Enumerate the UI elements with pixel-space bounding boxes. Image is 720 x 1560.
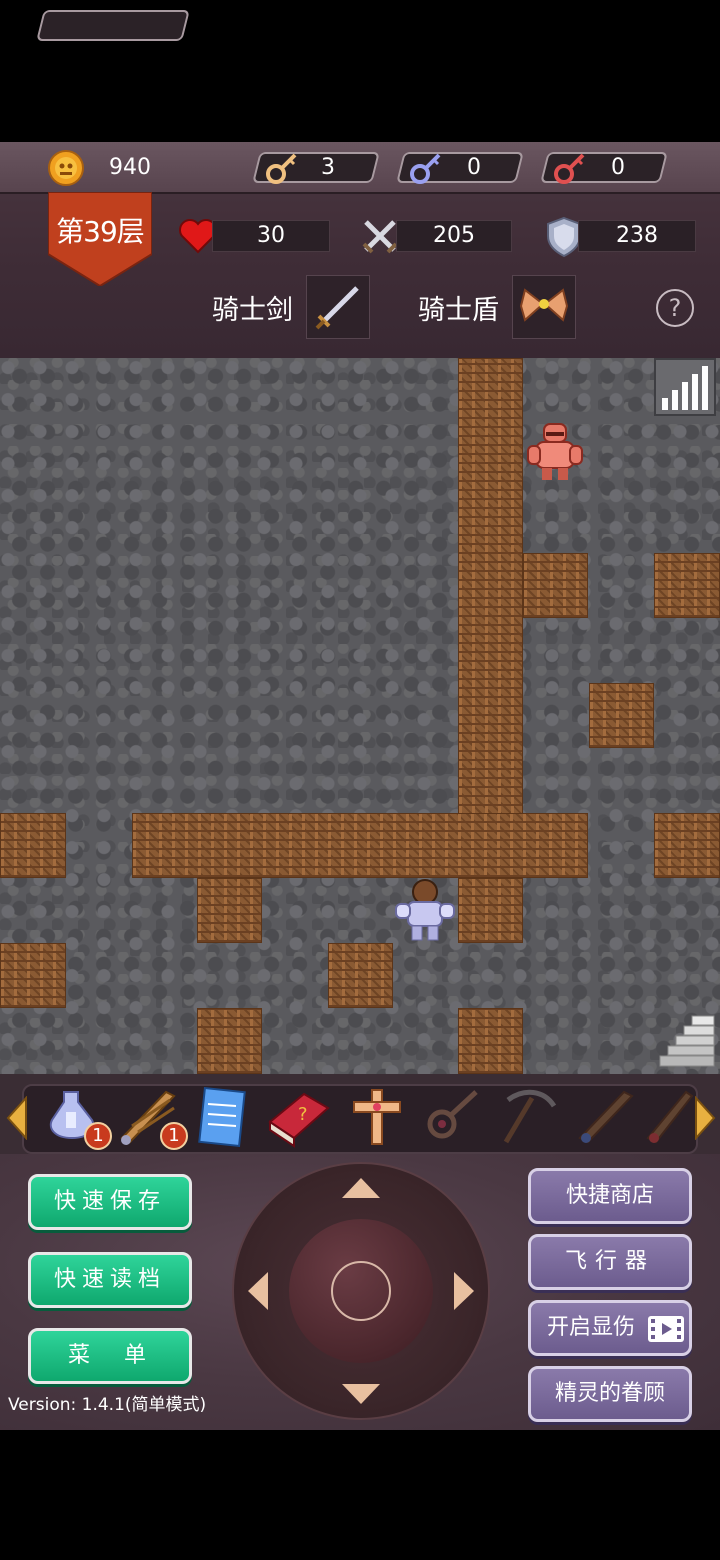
yellow-key-count: 3 [321, 155, 335, 180]
gold-value: 940 [109, 155, 151, 180]
wall-segment [589, 683, 654, 748]
wall-segment [458, 878, 523, 943]
wall-segment [328, 943, 393, 1008]
show-damage-label: 开启显伤 [547, 1315, 636, 1340]
toolbar-item-cross[interactable] [342, 1086, 410, 1148]
wing-badge: 1 [160, 1122, 188, 1150]
armor-label: 骑士盾 [418, 295, 499, 326]
dpad-left-arrow-icon[interactable] [246, 1270, 270, 1312]
signal-icon[interactable] [654, 358, 716, 416]
wall-segment [0, 943, 66, 1008]
attack-value: 205 [433, 223, 475, 248]
red-key-icon [554, 153, 585, 184]
pickaxe-icon [503, 1089, 557, 1144]
monster-book-icon: ? [268, 1092, 330, 1148]
hp-value: 30 [257, 223, 285, 248]
red-key-count: 0 [611, 155, 625, 180]
toolbar-item-wing-up[interactable] [642, 1086, 710, 1148]
wall-segment [458, 1008, 523, 1074]
defense-value: 238 [616, 223, 658, 248]
holy-water-badge: 1 [84, 1122, 112, 1150]
wing-down-icon [578, 1090, 634, 1144]
help-icon[interactable]: ? [656, 289, 694, 327]
knight-shield-icon [519, 288, 569, 322]
version-label: Version: 1.4.1(简单模式) [8, 1395, 207, 1415]
toolbar-item-pickaxe[interactable] [494, 1086, 562, 1148]
wall-segment [523, 553, 588, 618]
quick-shop-button[interactable]: 快捷商店 [528, 1168, 692, 1224]
spirit-favor-button[interactable]: 精灵的眷顾 [528, 1366, 692, 1422]
wall-segment [132, 813, 588, 878]
cross-icon [353, 1089, 401, 1145]
video-icon [648, 1316, 684, 1342]
toolbar-item-monster-book[interactable]: ? [264, 1086, 332, 1148]
gold-pill [36, 10, 190, 41]
wall-segment [197, 878, 262, 943]
toolbar-left-arrow-icon[interactable] [6, 1096, 28, 1140]
toolbar-item-wing-down[interactable] [570, 1086, 638, 1148]
toolbar-item-notepad[interactable] [188, 1086, 256, 1148]
blue-key-icon [410, 153, 441, 184]
notepad-icon [198, 1086, 246, 1148]
wing-up-icon [646, 1090, 694, 1144]
navigation-bar-area [0, 1430, 720, 1560]
weapon-label: 骑士剑 [212, 295, 293, 326]
quick-load-button[interactable]: 快速读档 [28, 1252, 192, 1308]
show-damage-button[interactable]: 开启显伤 [528, 1300, 692, 1356]
stairs-icon[interactable] [656, 1010, 718, 1072]
blue-key-count: 0 [467, 155, 481, 180]
wall-segment [197, 1008, 262, 1074]
game-map[interactable] [0, 358, 720, 1074]
wall-segment [654, 553, 720, 618]
flyer-button[interactable]: 飞行器 [528, 1234, 692, 1290]
dpad-up-arrow-icon[interactable] [340, 1176, 382, 1200]
dpad-down-arrow-icon[interactable] [340, 1382, 382, 1406]
dpad-right-arrow-icon[interactable] [452, 1270, 476, 1312]
armor-slot[interactable] [512, 275, 576, 339]
svg-text:?: ? [298, 1104, 308, 1125]
sword-icon [315, 286, 359, 330]
red-monster-sprite[interactable] [524, 420, 586, 484]
menu-button[interactable]: 菜 单 [28, 1328, 192, 1384]
wall-segment [654, 813, 720, 878]
toolbar-item-key[interactable] [418, 1086, 486, 1148]
quick-save-button[interactable]: 快速保存 [28, 1174, 192, 1230]
yellow-key-icon [266, 153, 297, 184]
hero-knight-sprite[interactable] [392, 878, 458, 944]
floor-label: 第39层 [56, 215, 145, 248]
weapon-slot[interactable] [306, 275, 370, 339]
key-icon [427, 1090, 478, 1139]
gold-coin-icon [48, 150, 84, 186]
wall-segment [0, 813, 66, 878]
dpad-center-button[interactable] [331, 1261, 391, 1321]
